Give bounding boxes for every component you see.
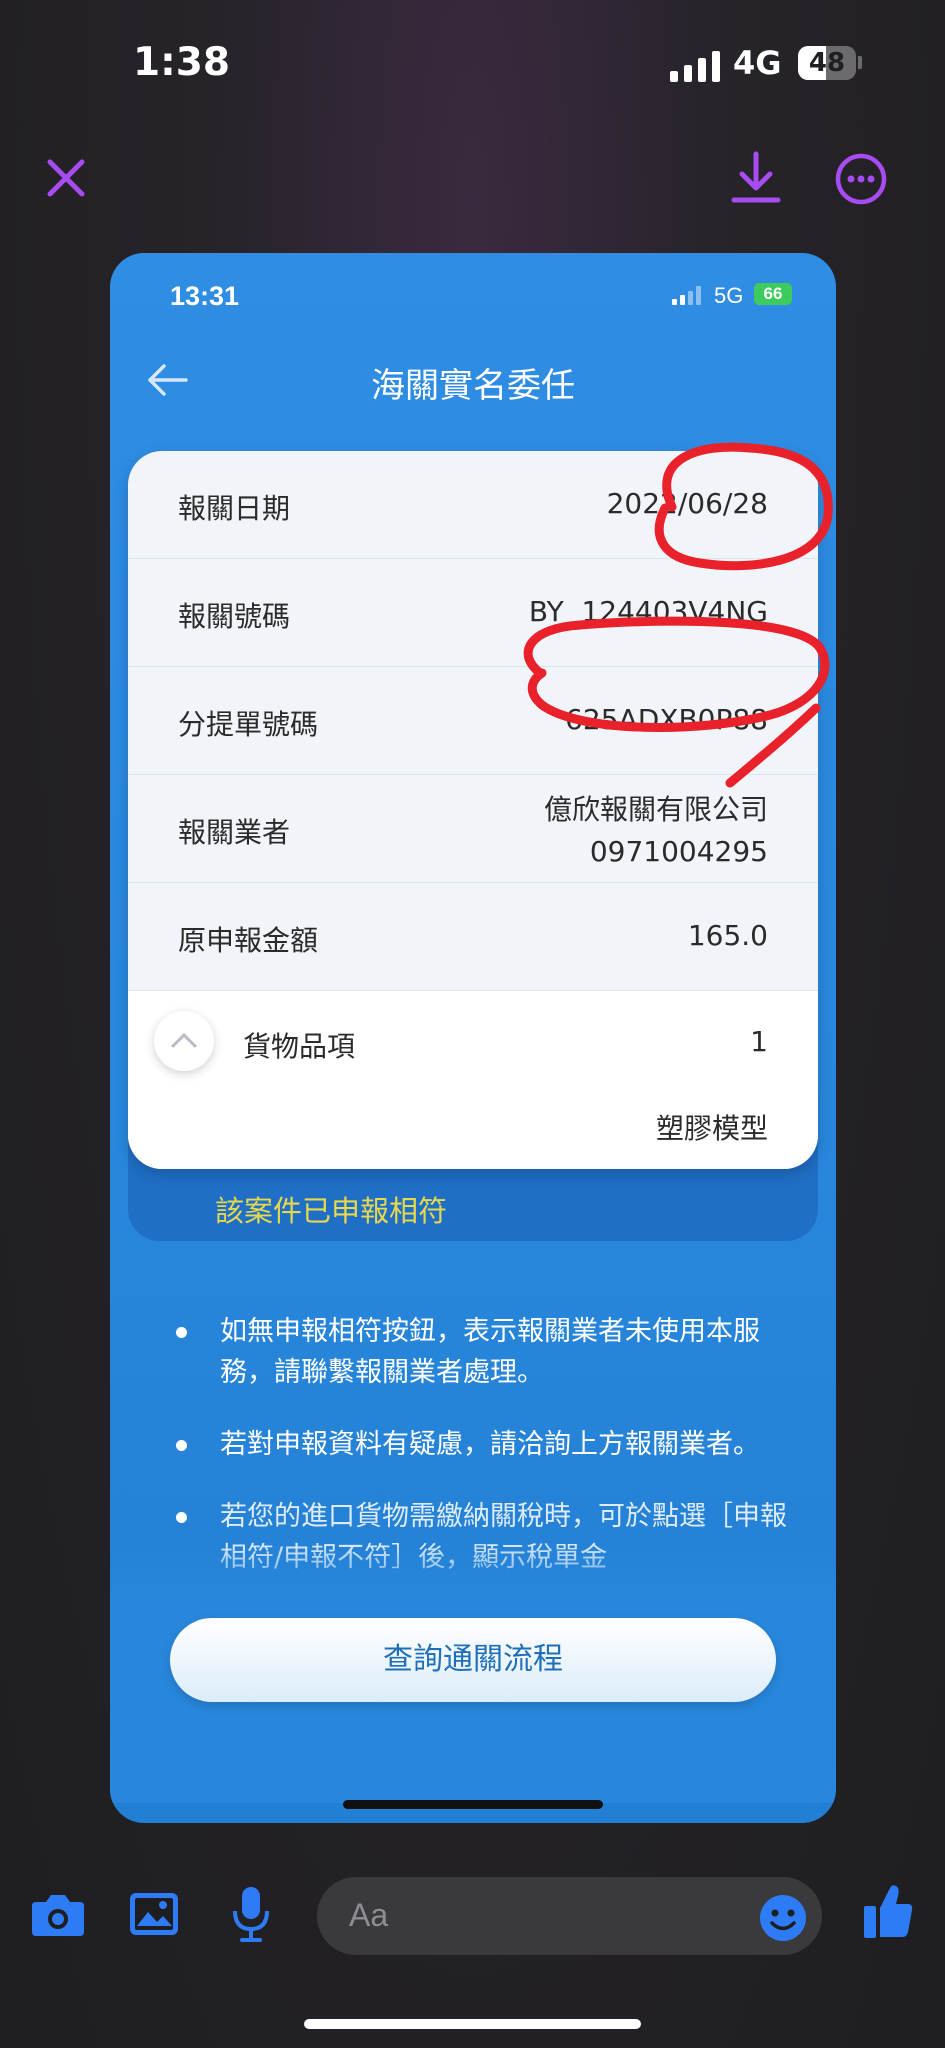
red-annotations [523,442,833,788]
microphone-icon[interactable] [230,1885,272,1943]
more-icon[interactable] [834,152,888,206]
cellular-signal-icon [670,48,720,82]
thumbs-up-icon[interactable] [862,1882,914,1940]
emoji-icon[interactable] [758,1893,808,1943]
close-icon[interactable] [44,156,88,200]
battery-nub [858,56,862,69]
message-input-placeholder: Aa [349,1897,389,1933]
image-icon[interactable] [128,1890,180,1938]
camera-icon[interactable] [30,1890,86,1938]
home-indicator [304,2019,641,2029]
download-icon[interactable] [730,150,782,206]
status-time: 1:38 [133,40,231,85]
shared-screenshot[interactable]: 13:31 5G 66 海關實名委任 該案件已申報相符 報關日期 2022/06… [110,253,836,1823]
annotation-circle-bill-number [523,616,830,788]
battery-level: 48 [808,48,846,78]
annotation-circle-date [654,442,833,571]
battery-icon: 48 [798,46,856,80]
message-input[interactable] [317,1877,822,1955]
network-type: 4G [733,44,782,82]
